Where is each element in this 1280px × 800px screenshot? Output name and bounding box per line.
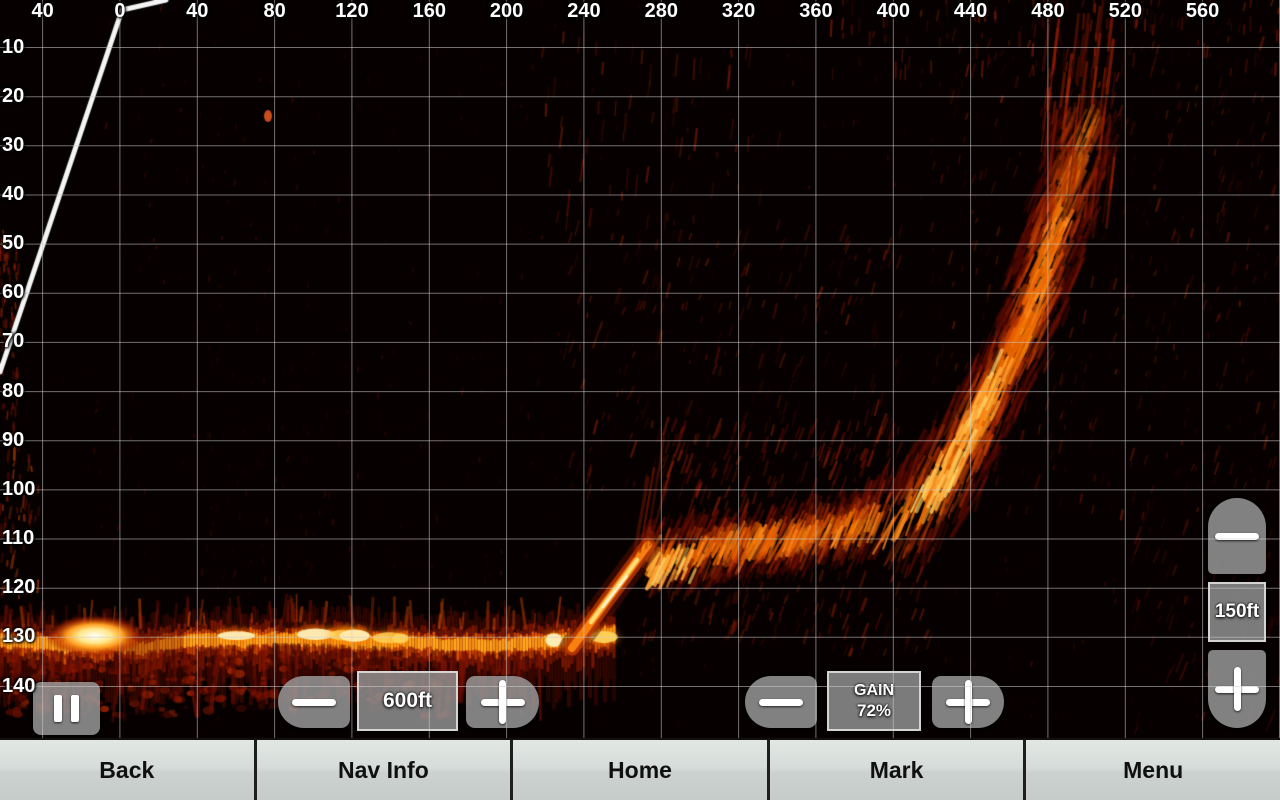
minus-icon [759, 699, 803, 706]
plus-icon [1215, 667, 1259, 711]
nav-button-nav-info[interactable]: Nav Info [254, 740, 511, 800]
gain-increase-button[interactable] [932, 676, 1004, 728]
bottom-nav-bar: BackNav InfoHomeMarkMenu [0, 738, 1280, 800]
depth-zoom-value: 150ft [1215, 601, 1259, 623]
pause-icon [54, 695, 79, 722]
plus-icon [481, 680, 525, 724]
nav-button-back[interactable]: Back [0, 740, 254, 800]
gain-value-box[interactable]: GAIN 72% [827, 671, 921, 731]
nav-button-mark[interactable]: Mark [767, 740, 1024, 800]
range-decrease-button[interactable] [278, 676, 350, 728]
nav-button-home[interactable]: Home [510, 740, 767, 800]
pause-button[interactable] [33, 682, 100, 735]
minus-icon [292, 699, 336, 706]
depth-zoom-out-button[interactable] [1208, 498, 1266, 574]
range-value: 600ft [383, 689, 432, 713]
sonar-display[interactable] [0, 0, 1280, 738]
depth-zoom-in-button[interactable] [1208, 650, 1266, 728]
plus-icon [946, 680, 990, 724]
sonar-app-screen: 4004080120160200240280320360400440480520… [0, 0, 1280, 800]
nav-button-menu[interactable]: Menu [1023, 740, 1280, 800]
gain-label: GAIN [854, 682, 894, 700]
range-value-box[interactable]: 600ft [357, 671, 458, 731]
depth-zoom-value-box[interactable]: 150ft [1208, 582, 1266, 642]
gain-decrease-button[interactable] [745, 676, 817, 728]
range-increase-button[interactable] [466, 676, 539, 728]
minus-icon [1215, 533, 1259, 540]
gain-value: 72% [857, 701, 891, 721]
